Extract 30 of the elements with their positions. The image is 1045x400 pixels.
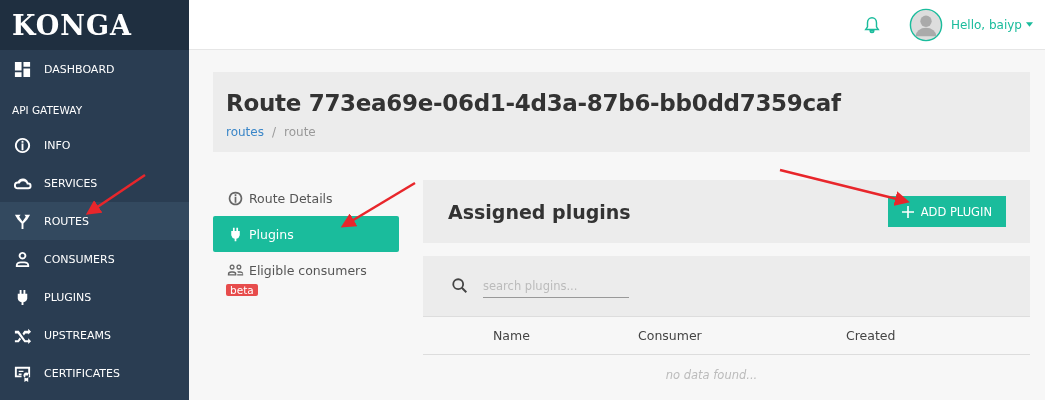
beta-badge: beta (226, 284, 258, 296)
column-header: Consumer (638, 328, 703, 343)
column-header: Name (493, 328, 531, 343)
sidebar-item[interactable]: UPSTREAMS (0, 316, 189, 354)
plus-icon (901, 205, 914, 218)
empty-message: no data found... (665, 368, 758, 382)
sidebar-item[interactable]: INFO (0, 126, 189, 164)
sidebar-item[interactable]: DASHBOARD (0, 50, 189, 88)
sidebar-item[interactable]: CERTIFICATES (0, 354, 189, 392)
tab[interactable]: Route Details (213, 180, 399, 216)
panel-title: Assigned plugins (448, 200, 631, 223)
avatar-icon[interactable] (908, 7, 943, 42)
tab[interactable]: Eligible consumers (213, 256, 399, 284)
breadcrumb-separator: / (271, 125, 276, 139)
section-heading: API GATEWAY (11, 103, 84, 118)
user-icon (13, 249, 32, 269)
bell-icon[interactable] (862, 15, 881, 34)
sidebar-item[interactable]: ROUTES (0, 202, 189, 240)
logo[interactable]: KONGA (12, 9, 132, 41)
dashboard-icon (13, 59, 32, 79)
search-icon (451, 277, 469, 295)
sidebar-item[interactable]: PLUGINS (0, 278, 189, 316)
info-icon (227, 189, 244, 207)
page-title: Route 773ea69e-06d1-4d3a-87b6-bb0dd7359caf (226, 90, 843, 116)
column-header: Created (846, 328, 897, 343)
caret-icon (1026, 22, 1033, 27)
breadcrumb-current: route (284, 125, 316, 139)
sidebar-item[interactable]: SERVICES (0, 164, 189, 202)
info-icon (13, 135, 32, 155)
sidebar-item[interactable]: CONSUMERS (0, 240, 189, 278)
